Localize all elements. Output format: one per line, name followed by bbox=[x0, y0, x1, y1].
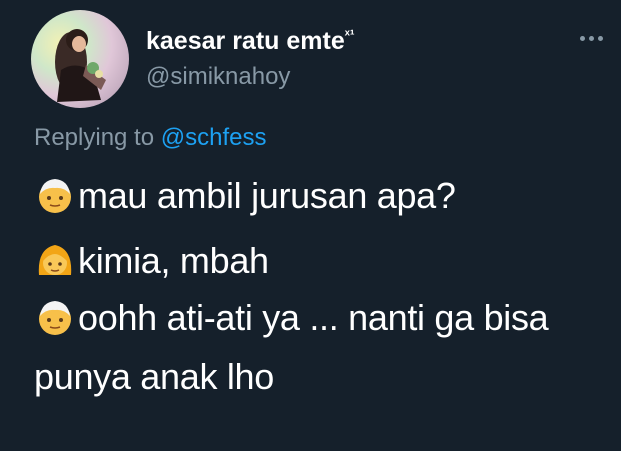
dot bbox=[580, 36, 585, 41]
tweet-text-line: oohh ati-ati ya ... nanti ga bisa bbox=[34, 296, 549, 339]
older-man-emoji bbox=[34, 296, 76, 338]
more-dots-icon[interactable] bbox=[580, 36, 603, 41]
older-man-emoji bbox=[34, 174, 76, 216]
user-handle[interactable]: @simiknahoy bbox=[146, 63, 290, 91]
woman-blond-emoji bbox=[34, 239, 76, 281]
name-suffix: ˣ¹ bbox=[344, 26, 355, 42]
tweet-line-text: punya anak lho bbox=[34, 356, 274, 397]
dot bbox=[589, 36, 594, 41]
display-name[interactable]: kaesar ratu emteˣ¹ bbox=[146, 26, 355, 56]
tweet-line-text: mau ambil jurusan apa? bbox=[78, 175, 456, 216]
replying-to-label: Replying to bbox=[34, 124, 161, 151]
tweet-text-line: mau ambil jurusan apa? bbox=[34, 174, 456, 217]
tweet-text-line: punya anak lho bbox=[34, 356, 274, 398]
tweet-line-text: kimia, mbah bbox=[78, 240, 269, 281]
display-name-text[interactable]: kaesar ratu emte bbox=[146, 27, 345, 55]
avatar[interactable] bbox=[31, 10, 129, 108]
tweet-text-line: kimia, mbah bbox=[34, 239, 269, 282]
replying-to: Replying to @schfess bbox=[34, 124, 266, 152]
tweet-line-text: oohh ati-ati ya ... nanti ga bisa bbox=[78, 297, 549, 338]
tweet: kaesar ratu emteˣ¹ @simiknahoy Replying … bbox=[0, 0, 621, 451]
dot bbox=[598, 36, 603, 41]
reply-mention-link[interactable]: @schfess bbox=[161, 124, 267, 151]
